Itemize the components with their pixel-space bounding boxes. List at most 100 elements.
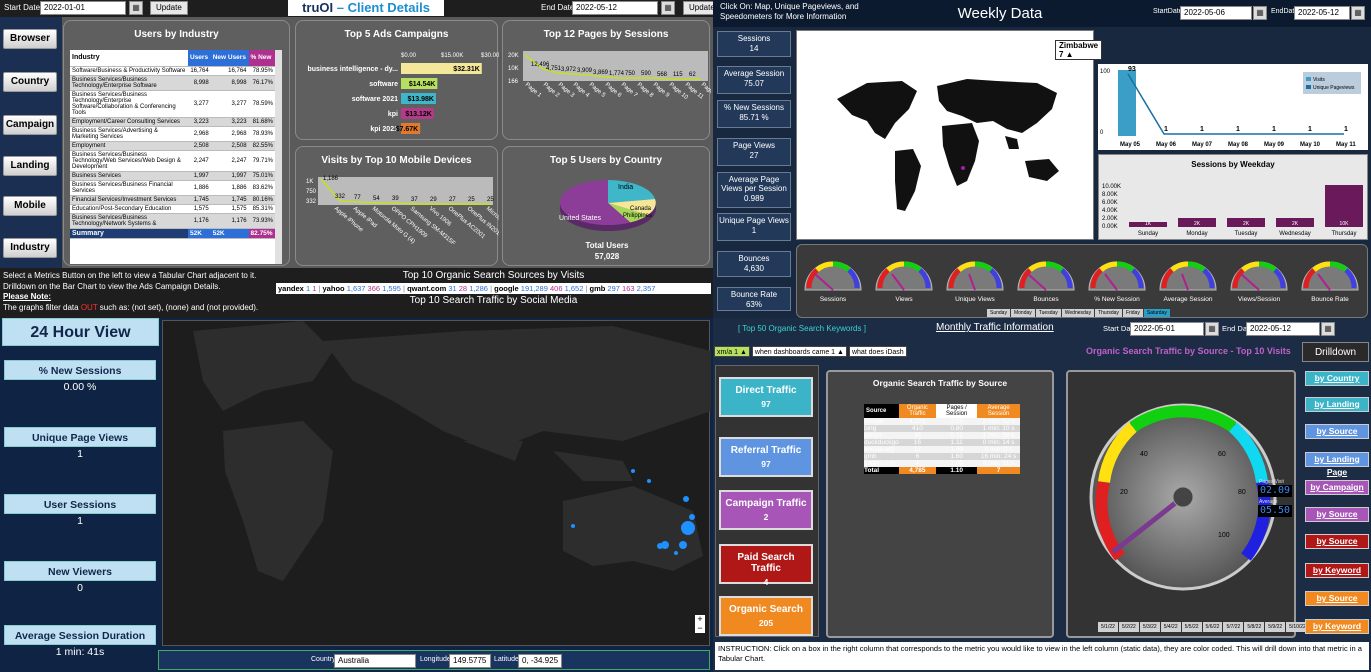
traffic-box[interactable]: Direct Traffic 97 bbox=[719, 377, 813, 417]
date-pill[interactable]: 5/5/22 bbox=[1181, 622, 1202, 632]
date-pill[interactable]: 5/9/22 bbox=[1265, 622, 1286, 632]
calendar-icon[interactable]: ▦ bbox=[661, 1, 675, 15]
drilldown-button[interactable]: by Source bbox=[1305, 591, 1369, 606]
world-dark-map[interactable]: + − bbox=[162, 320, 711, 646]
table-row[interactable]: Business Services 1,997 1,997 75.01% bbox=[70, 171, 275, 181]
traffic-box[interactable]: Campaign Traffic 2 bbox=[719, 490, 813, 530]
table-row[interactable]: Business Services/Business Technology/Ne… bbox=[70, 213, 275, 229]
table-row[interactable]: qwant.com 4 2.00 0 min: 11 s bbox=[864, 460, 1020, 467]
table-row[interactable]: Business Services/Advertising & Marketin… bbox=[70, 126, 275, 142]
drilldown-button[interactable]: by Source bbox=[1305, 534, 1369, 549]
drilldown-button[interactable]: by Country bbox=[1305, 371, 1369, 386]
calendar-icon[interactable]: ▦ bbox=[1253, 6, 1267, 20]
date-pill[interactable]: 5/4/22 bbox=[1160, 622, 1181, 632]
stat-label-box[interactable]: % New Sessions bbox=[4, 360, 156, 380]
table-row[interactable]: Employment/Career Consulting Services 3,2… bbox=[70, 117, 275, 127]
table-row[interactable]: google 4,271 2.05 2 min: 52 s bbox=[864, 418, 1020, 425]
calendar-icon[interactable]: ▦ bbox=[1205, 322, 1219, 336]
end-date-input[interactable]: 2022-05-12 bbox=[1294, 6, 1350, 20]
table-row[interactable]: ecosia.org 12 1.00 0 min: 0 s bbox=[864, 446, 1020, 453]
country-pie-chart[interactable]: India United States Canada Philippines T… bbox=[503, 147, 711, 267]
calendar-icon[interactable]: ▦ bbox=[129, 1, 143, 15]
stat-label-box[interactable]: User Sessions bbox=[4, 494, 156, 514]
drilldown-button[interactable]: by Source bbox=[1305, 507, 1369, 522]
calendar-icon[interactable]: ▦ bbox=[1321, 322, 1335, 336]
visits-bar[interactable] bbox=[1118, 70, 1136, 136]
keyword-ticker[interactable]: xm/a 1 ▲ when dashboards came 1 ▲ what d… bbox=[714, 346, 907, 357]
table-row[interactable]: Financial Services/Investment Services 1,… bbox=[70, 195, 275, 205]
zoom-control[interactable]: + − bbox=[695, 615, 705, 633]
calendar-icon[interactable]: ▦ bbox=[1351, 6, 1365, 20]
table-row[interactable]: bing 410 0.80 1 min: 10 s bbox=[864, 425, 1020, 432]
speedometer-gauge[interactable]: Views bbox=[870, 250, 938, 303]
nav-mobile-button[interactable]: Mobile bbox=[3, 196, 57, 216]
drilldown-button[interactable]: by Source bbox=[1305, 424, 1369, 439]
ads-bar-chart[interactable]: $0.00 $15.00K $30.00K business intelligence… bbox=[296, 21, 499, 141]
table-row[interactable]: yahoo 38 0.72 1 min: 56 s bbox=[864, 432, 1020, 439]
mobile-line-chart[interactable]: 1K7503321,186332 77 54 39 37 29 27 25 25Apple iP… bbox=[296, 147, 499, 267]
start-date-input[interactable]: 2022-01-01 bbox=[40, 1, 126, 15]
traffic-box[interactable]: Referral Traffic 97 bbox=[719, 437, 813, 477]
speedometer-gauge[interactable]: Average Session bbox=[1154, 250, 1222, 303]
table-row[interactable]: Business Services/Business Financial Ser… bbox=[70, 180, 275, 196]
speedometer-gauge[interactable]: Sessions bbox=[799, 250, 867, 303]
day-pill[interactable]: Friday bbox=[1122, 309, 1143, 317]
end-date-input[interactable]: 2022-05-12 bbox=[572, 1, 658, 15]
visits-line-chart[interactable]: 100 0 93 1 1 1 1 1 1 May 05 May 06 May 07 May 08 May … bbox=[1098, 64, 1368, 150]
day-pill[interactable]: Thursday bbox=[1095, 309, 1122, 317]
latitude-input[interactable]: 0, -34.925 bbox=[518, 654, 562, 668]
table-row[interactable]: gmb 6 1.60 16 min: 24 s bbox=[864, 453, 1020, 460]
sessions-by-weekday[interactable]: Sessions by Weekday 10.00K 8.00K 6.00K 4.00… bbox=[1098, 154, 1368, 240]
drilldown-button[interactable]: by Landing bbox=[1305, 397, 1369, 412]
day-pill[interactable]: Saturday bbox=[1143, 309, 1170, 317]
speedometer-gauge[interactable]: Unique Views bbox=[941, 250, 1009, 303]
drilldown-button[interactable]: by Campaign bbox=[1305, 480, 1369, 495]
metric-box[interactable]: Bounces 4,630 bbox=[717, 251, 791, 277]
date-pill[interactable]: 5/2/22 bbox=[1118, 622, 1139, 632]
table-row[interactable]: Business Services/Business Technology/We… bbox=[70, 150, 275, 172]
date-pill[interactable]: 5/7/22 bbox=[1223, 622, 1244, 632]
table-row[interactable]: Business Services/Business Technology/En… bbox=[70, 75, 275, 91]
metric-box[interactable]: Bounce Rate 63% bbox=[717, 287, 791, 311]
speedometer-gauge[interactable]: % New Session bbox=[1083, 250, 1151, 303]
organic-table[interactable]: Source Organic Traffic Pages / Session A… bbox=[864, 404, 1020, 474]
speedometer-panel[interactable]: 20 40 60 80 100 Pages/Visit 02.09 Averag… bbox=[1066, 370, 1296, 638]
metric-box[interactable]: Average Session 75.07 bbox=[717, 66, 791, 94]
table-row[interactable]: Education/Post-Secondary Education 1,575 1… bbox=[70, 204, 275, 214]
table-row[interactable]: Software/Business & Productivity Softwar… bbox=[70, 66, 275, 76]
start-date-input[interactable]: 2022-05-06 bbox=[1180, 6, 1252, 20]
day-pill[interactable]: Sunday bbox=[987, 309, 1010, 317]
table-row[interactable]: Business Services/Business Technology/En… bbox=[70, 90, 275, 118]
keywords-link[interactable]: [ Top 50 Organic Search Keywords ] bbox=[738, 324, 866, 333]
nav-country-button[interactable]: Country bbox=[3, 72, 57, 92]
scrollbar[interactable] bbox=[275, 50, 282, 264]
update-button[interactable]: Update bbox=[150, 1, 188, 15]
traffic-box[interactable]: Organic Search 205 bbox=[719, 596, 813, 636]
date-pill[interactable]: 5/3/22 bbox=[1139, 622, 1160, 632]
metric-box[interactable]: Average Page Views per Session 0.989 bbox=[717, 172, 791, 208]
stat-label-box[interactable]: Average Session Duration bbox=[4, 625, 156, 645]
date-pill[interactable]: 5/6/22 bbox=[1202, 622, 1223, 632]
day-pill[interactable]: Wednesday bbox=[1061, 309, 1095, 317]
organic-sources-ticker[interactable]: yandex 1 1 | yahoo 1,637 366 1,595 | qwa… bbox=[276, 283, 711, 294]
country-select[interactable]: Australia bbox=[334, 654, 416, 668]
drilldown-button[interactable]: by Keyword bbox=[1305, 619, 1369, 634]
end-date-input[interactable]: 2022-05-12 bbox=[1246, 322, 1320, 336]
pages-line-chart[interactable]: 20K10K16612,4964,751 3,972 3,909 3,869 1,774… bbox=[503, 21, 711, 141]
table-row[interactable]: Employment 2,508 2,508 82.55% bbox=[70, 141, 275, 151]
date-pill[interactable]: 5/8/22 bbox=[1244, 622, 1265, 632]
speedometer-gauge[interactable]: Bounces bbox=[1012, 250, 1080, 303]
start-date-input[interactable]: 2022-05-01 bbox=[1130, 322, 1204, 336]
drilldown-button[interactable]: by Landing Page bbox=[1305, 452, 1369, 477]
speedometer-gauge[interactable]: Bounce Rate bbox=[1296, 250, 1364, 303]
traffic-box[interactable]: Paid Search Traffic 4 bbox=[719, 544, 813, 587]
day-pill[interactable]: Monday bbox=[1010, 309, 1035, 317]
drilldown-button[interactable]: by Keyword bbox=[1305, 563, 1369, 578]
metric-box[interactable]: Unique Page Views 1 bbox=[717, 213, 791, 241]
nav-browser-button[interactable]: Browser bbox=[3, 29, 57, 49]
stat-label-box[interactable]: New Viewers bbox=[4, 561, 156, 581]
nav-landing-button[interactable]: Landing bbox=[3, 156, 57, 176]
metric-box[interactable]: Page Views 27 bbox=[717, 138, 791, 166]
longitude-input[interactable]: 149.5775 bbox=[449, 654, 491, 668]
nav-industry-button[interactable]: Industry bbox=[3, 238, 57, 258]
